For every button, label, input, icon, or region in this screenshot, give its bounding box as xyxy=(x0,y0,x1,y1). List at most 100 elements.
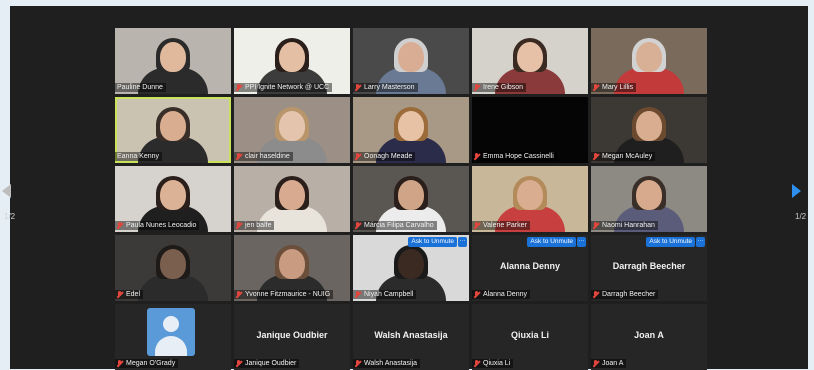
participant-display-name: Qiuxia Li xyxy=(510,330,549,340)
ask-to-unmute-button[interactable]: Ask to Unmute xyxy=(527,237,576,247)
participant-tile[interactable]: Irene Gibson xyxy=(472,28,588,94)
participant-tile[interactable]: Yvonne Fitzmaurice - NUIG xyxy=(234,235,350,301)
participant-tile[interactable]: Qiuxia Li Qiuxia Li xyxy=(472,304,588,370)
muted-mic-icon xyxy=(355,83,361,92)
muted-mic-icon xyxy=(355,359,361,368)
participant-name-label: Pauline Dunne xyxy=(115,83,166,92)
muted-mic-icon xyxy=(236,152,242,161)
participant-name-label: Márcia Filipa Carvalho xyxy=(353,221,437,230)
more-options-button[interactable]: ··· xyxy=(458,237,467,247)
muted-mic-icon xyxy=(593,83,599,92)
participant-name: jen balfe xyxy=(245,222,272,229)
participant-tile[interactable]: Valerie Parker xyxy=(472,166,588,232)
participant-name-label: Janique Oudbier xyxy=(234,359,300,368)
participant-name-label: Joan A xyxy=(591,359,627,368)
muted-mic-icon xyxy=(593,359,599,368)
participant-tile[interactable]: PPI Ignite Network @ UCC xyxy=(234,28,350,94)
muted-mic-icon xyxy=(593,152,599,161)
muted-mic-icon xyxy=(355,221,361,230)
participant-name: Paula Nunes Leocadio xyxy=(126,222,197,229)
muted-mic-icon xyxy=(474,221,480,230)
participant-name: Valerie Parker xyxy=(483,222,527,229)
muted-mic-icon xyxy=(117,359,123,368)
participant-name-label: Walsh Anastasija xyxy=(353,359,421,368)
participant-tile[interactable]: Ask to Unmute ··· Niyah Campbell xyxy=(353,235,469,301)
participant-display-name: Alanna Denny xyxy=(499,261,560,271)
previous-page-arrow-icon[interactable] xyxy=(2,184,11,198)
participant-display-name: Darragh Beecher xyxy=(612,261,686,271)
participant-name: Larry Masterson xyxy=(364,84,415,91)
participant-name: Márcia Filipa Carvalho xyxy=(364,222,434,229)
muted-mic-icon xyxy=(474,290,480,299)
participant-name: Walsh Anastasija xyxy=(364,360,418,367)
participant-tile[interactable]: Joan A Joan A xyxy=(591,304,707,370)
participant-tile[interactable]: Oonagh Meade xyxy=(353,97,469,163)
participant-name-label: Paula Nunes Leocadio xyxy=(115,221,200,230)
participant-tile[interactable]: Walsh Anastasija Walsh Anastasija xyxy=(353,304,469,370)
muted-mic-icon xyxy=(474,152,480,161)
participant-tile[interactable]: Megan McAuley xyxy=(591,97,707,163)
muted-mic-icon xyxy=(236,83,242,92)
participant-tile[interactable]: Mary Lillis xyxy=(591,28,707,94)
next-page-arrow-icon[interactable] xyxy=(792,184,801,198)
participant-name-label: PPI Ignite Network @ UCC xyxy=(234,83,333,92)
participant-tile[interactable]: clair haseldine xyxy=(234,97,350,163)
participant-name-label: jen balfe xyxy=(234,221,275,230)
participant-display-name: Walsh Anastasija xyxy=(374,330,448,340)
participant-name-label: Mary Lillis xyxy=(591,83,637,92)
more-options-button[interactable]: ··· xyxy=(577,237,586,247)
participant-tile[interactable]: Naomi Hanrahan xyxy=(591,166,707,232)
muted-mic-icon xyxy=(236,359,242,368)
muted-mic-icon xyxy=(474,83,480,92)
participant-name-label: Darragh Beecher xyxy=(591,290,659,299)
page-indicator-left: 1/2 xyxy=(4,212,16,221)
ask-to-unmute-button[interactable]: Ask to Unmute xyxy=(408,237,457,247)
participant-display-name: Janique Oudbier xyxy=(256,330,328,340)
participant-name: Qiuxia Li xyxy=(483,360,511,367)
participant-tile[interactable]: Eanna Kenny xyxy=(115,97,231,163)
participant-name-label: clair haseldine xyxy=(234,152,293,161)
participant-tile[interactable]: Janique Oudbier Janique Oudbier xyxy=(234,304,350,370)
muted-mic-icon xyxy=(474,359,480,368)
more-options-button[interactable]: ··· xyxy=(696,237,705,247)
participant-name-label: Oonagh Meade xyxy=(353,152,416,161)
participant-name: Joan A xyxy=(602,360,624,367)
participant-tile[interactable]: Alanna Denny Ask to Unmute ··· Alanna Denny xyxy=(472,235,588,301)
muted-mic-icon xyxy=(236,221,242,230)
participant-name: Niyah Campbell xyxy=(364,291,414,298)
participant-tile[interactable]: jen balfe xyxy=(234,166,350,232)
participant-tile[interactable]: Márcia Filipa Carvalho xyxy=(353,166,469,232)
participant-name: Alanna Denny xyxy=(483,291,527,298)
participant-tile[interactable]: Larry Masterson xyxy=(353,28,469,94)
participant-name: Megan O'Grady xyxy=(126,360,176,367)
participant-tile[interactable]: Edel xyxy=(115,235,231,301)
participant-name-label: Alanna Denny xyxy=(472,290,530,299)
participant-name: Irene Gibson xyxy=(483,84,524,91)
participant-tile[interactable]: Darragh Beecher Ask to Unmute ··· Darragh B… xyxy=(591,235,707,301)
muted-mic-icon xyxy=(593,221,599,230)
participant-name: Megan McAuley xyxy=(602,153,653,160)
participant-name: Mary Lillis xyxy=(602,84,634,91)
participant-tile[interactable]: Emma Hope Cassinelli xyxy=(472,97,588,163)
participant-tile[interactable]: Paula Nunes Leocadio xyxy=(115,166,231,232)
participant-name: PPI Ignite Network @ UCC xyxy=(245,84,330,91)
participant-name: Edel xyxy=(126,291,141,298)
participant-name: clair haseldine xyxy=(245,153,290,160)
participant-name-label: Naomi Hanrahan xyxy=(591,221,658,230)
participant-name: Emma Hope Cassinelli xyxy=(483,153,554,160)
participant-name: Naomi Hanrahan xyxy=(602,222,655,229)
participant-tile[interactable]: Megan O'Grady xyxy=(115,304,231,370)
participant-name-label: Megan McAuley xyxy=(591,152,656,161)
participant-display-name: Joan A xyxy=(634,330,664,340)
ask-to-unmute-button[interactable]: Ask to Unmute xyxy=(646,237,695,247)
participant-name-label: Edel xyxy=(115,290,144,299)
participant-name: Eanna Kenny xyxy=(117,153,160,160)
participant-name: Darragh Beecher xyxy=(602,291,656,298)
default-avatar-icon xyxy=(147,308,195,356)
muted-mic-icon xyxy=(236,290,242,299)
muted-mic-icon xyxy=(117,290,123,299)
participant-name-label: Valerie Parker xyxy=(472,221,530,230)
participant-name-label: Yvonne Fitzmaurice - NUIG xyxy=(234,290,334,299)
participant-tile[interactable]: Pauline Dunne xyxy=(115,28,231,94)
participant-name-label: Eanna Kenny xyxy=(115,152,163,161)
